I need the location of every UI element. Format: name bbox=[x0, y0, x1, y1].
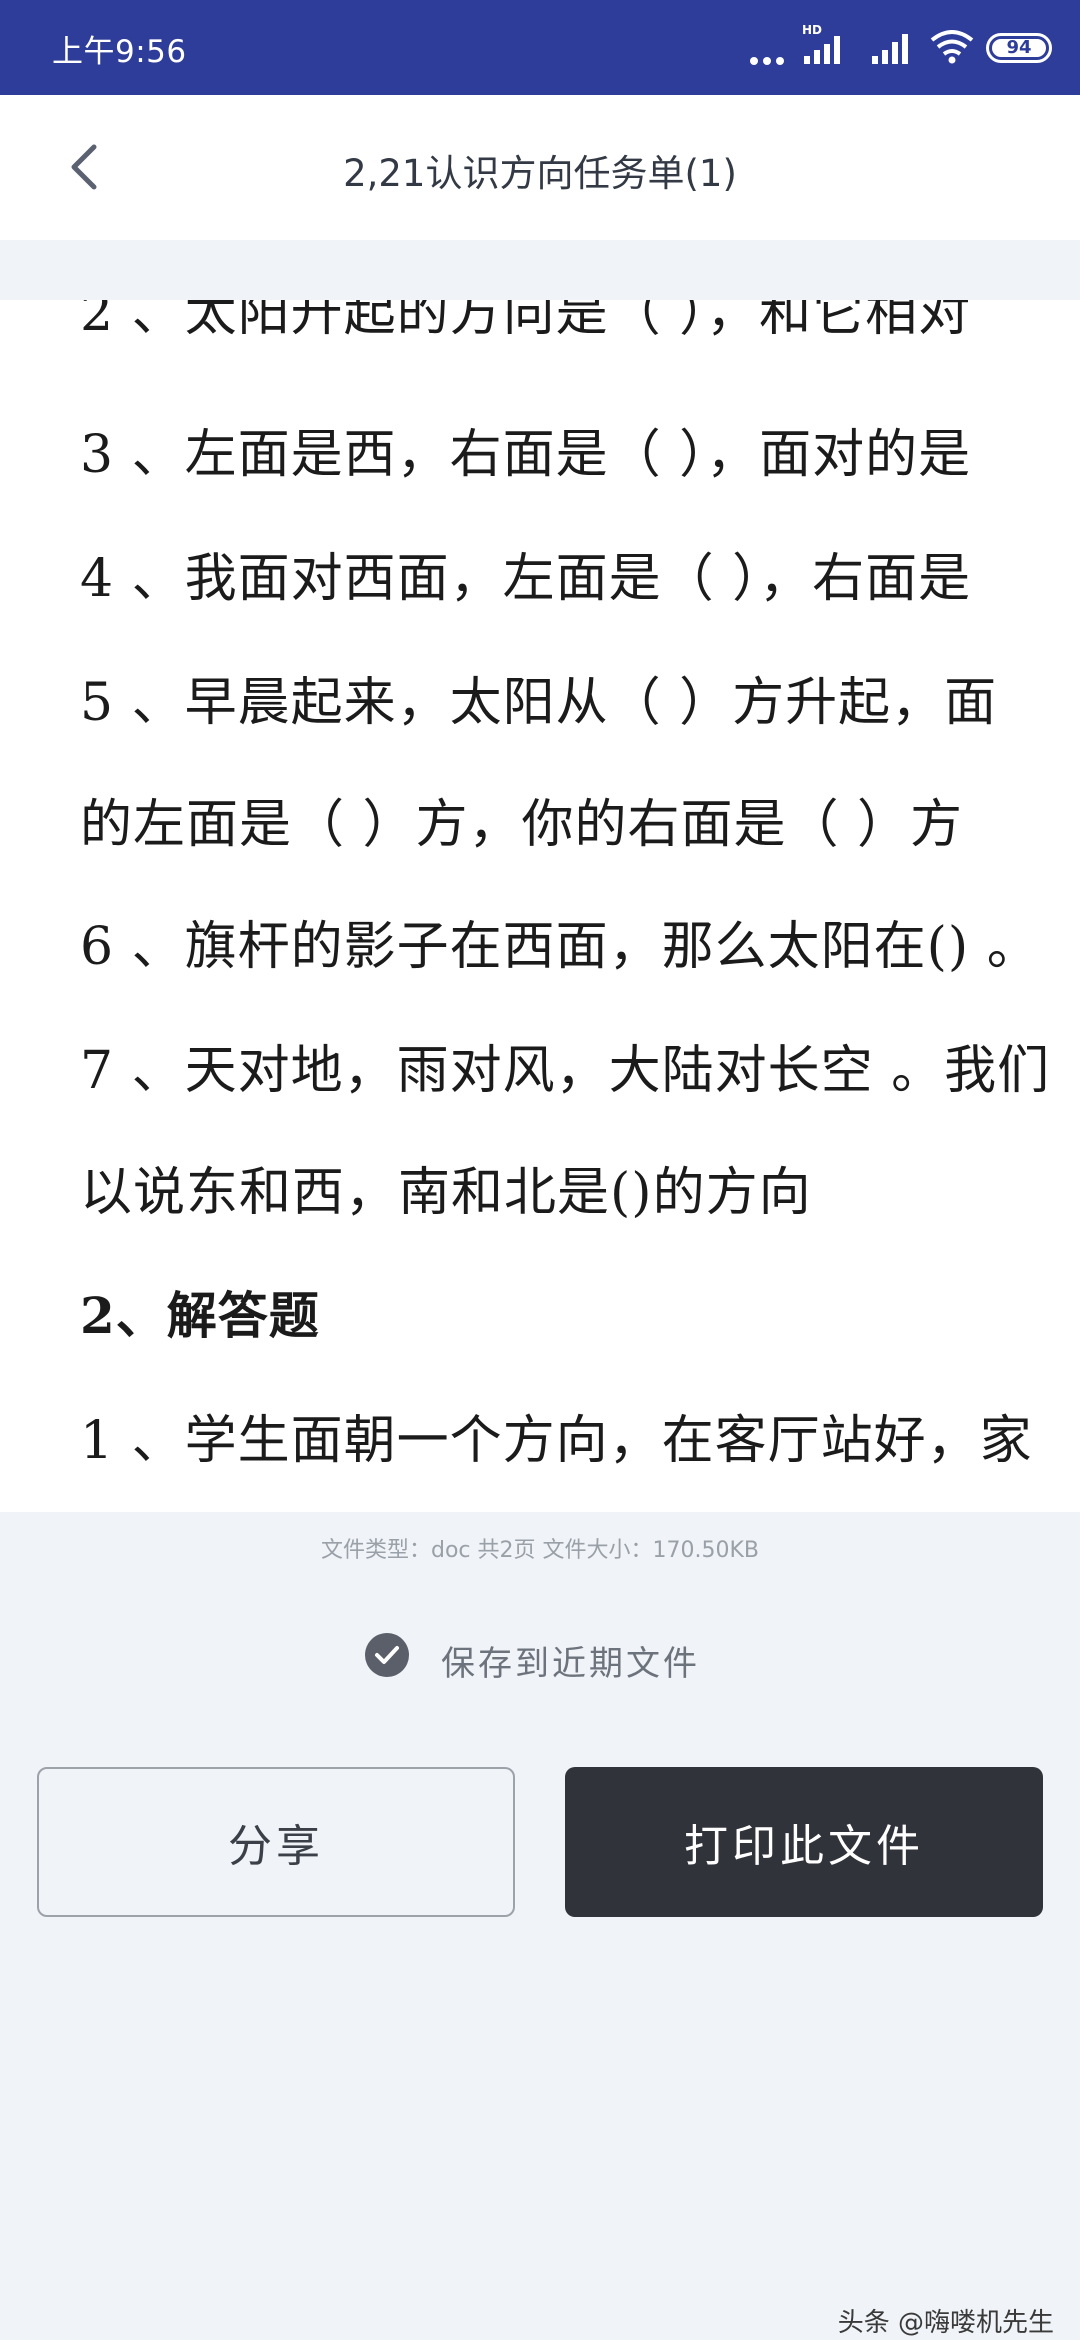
document-preview[interactable]: 2 、太阳升起的方向是（ ），和它相对 3 、左面是西，右面是（ ），面对的是 … bbox=[0, 300, 1080, 1512]
battery-level: 94 bbox=[992, 39, 1046, 57]
save-recent-label: 保存到近期文件 bbox=[441, 1644, 700, 1684]
doc-line: 2 、太阳升起的方向是（ ），和它相对 bbox=[80, 300, 972, 343]
signal-icon bbox=[872, 34, 908, 64]
print-button[interactable]: 打印此文件 bbox=[565, 1767, 1043, 1917]
share-button[interactable]: 分享 bbox=[37, 1767, 515, 1917]
svg-text:HD: HD bbox=[802, 23, 822, 37]
nav-bar: 2,21认识方向任务单(1) bbox=[0, 95, 1080, 240]
check-circle-icon[interactable] bbox=[365, 1633, 409, 1677]
battery-icon: 94 bbox=[986, 33, 1052, 63]
signal-hd-icon: HD bbox=[802, 23, 840, 64]
doc-line: 6 、旗杆的影子在西面，那么太阳在() 。 bbox=[80, 917, 1040, 977]
status-time: 上午9:56 bbox=[52, 34, 187, 70]
back-chevron-icon bbox=[71, 144, 97, 190]
file-info: 文件类型：doc 共2页 文件大小：170.50KB bbox=[320, 1538, 759, 1563]
more-dots-icon bbox=[750, 50, 789, 69]
doc-line: 以说东和西，南和北是()的方向 bbox=[80, 1163, 812, 1223]
doc-section-heading: 2、解答题 bbox=[80, 1286, 320, 1345]
doc-line: 3 、左面是西，右面是（ ），面对的是 bbox=[80, 425, 972, 485]
doc-line: 1 、学生面朝一个方向，在客厅站好，家 bbox=[80, 1411, 1033, 1471]
doc-line: 的左面是（ ）方，你的右面是（ ）方 bbox=[80, 795, 964, 855]
wifi-icon bbox=[930, 30, 974, 64]
status-bar: 上午9:56 HD 94 bbox=[0, 0, 1080, 95]
page-title: 2,21认识方向任务单(1) bbox=[343, 152, 737, 195]
doc-line: 4 、我面对西面，左面是（ ），右面是 bbox=[80, 549, 972, 609]
back-button[interactable] bbox=[60, 137, 120, 197]
watermark: 头条 @嗨喽机先生 bbox=[837, 2308, 1054, 2338]
doc-line: 5 、早晨起来，太阳从（ ）方升起，面 bbox=[80, 673, 998, 733]
doc-line: 7 、天对地，雨对风，大陆对长空 。我们 bbox=[80, 1041, 1051, 1101]
